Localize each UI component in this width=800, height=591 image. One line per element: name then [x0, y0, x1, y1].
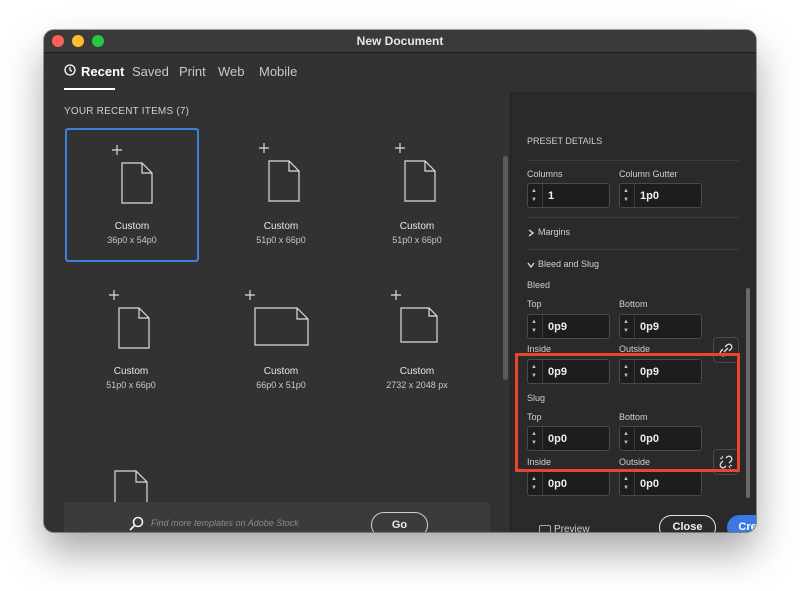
bleed-bottom-field[interactable]: ▲ ▼ 0p9 [619, 314, 702, 339]
tab-saved[interactable]: Saved [132, 64, 169, 79]
tab-recent[interactable]: Recent [81, 64, 124, 79]
title-bar: New Document [44, 30, 756, 53]
portrait-document-icon [114, 470, 148, 502]
column-gutter-label: Column Gutter [619, 169, 678, 179]
bleed-and-slug-label: Bleed and Slug [538, 259, 600, 269]
chevron-down-icon[interactable]: ▼ [531, 196, 537, 204]
chevron-down-icon[interactable]: ▼ [623, 196, 629, 204]
tab-web[interactable]: Web [218, 64, 245, 79]
item-size: 51p0 x 66p0 [256, 235, 306, 245]
chevron-up-icon[interactable]: ▲ [531, 187, 537, 195]
chevron-right-icon [528, 229, 535, 237]
search-icon [129, 516, 144, 531]
slug-inside-value: 0p0 [548, 478, 567, 490]
chevron-down-icon[interactable]: ▼ [531, 327, 537, 335]
item-name: Custom [399, 366, 435, 377]
preview-checkbox[interactable] [539, 525, 551, 532]
preset-details-scrollbar[interactable] [746, 288, 750, 498]
stepper[interactable]: ▲ ▼ [620, 472, 635, 495]
columns-value: 1 [548, 190, 555, 202]
stepper[interactable]: ▲ ▼ [620, 315, 635, 338]
slug-outside-field[interactable]: ▲ ▼ 0p0 [619, 471, 702, 496]
recent-item[interactable]: Custom 66p0 x 51p0 [215, 272, 347, 404]
go-button[interactable]: Go [371, 512, 428, 532]
slug-inside-field[interactable]: ▲ ▼ 0p0 [527, 471, 610, 496]
recent-items-header: YOUR RECENT ITEMS (7) [64, 106, 190, 117]
columns-field[interactable]: ▲ ▼ 1 [527, 183, 610, 208]
recent-item[interactable]: Custom 51p0 x 66p0 [215, 128, 347, 260]
tab-bar: Recent Saved Print Web Mobile [44, 53, 756, 92]
chevron-up-icon[interactable]: ▲ [531, 318, 537, 326]
columns-label: Columns [527, 169, 563, 179]
recent-items-panel: YOUR RECENT ITEMS (7) Custom 36p0 x 54p0… [44, 92, 512, 532]
item-name: Custom [114, 221, 150, 232]
item-size: 2732 x 2048 px [386, 380, 448, 390]
divider [527, 249, 739, 250]
gutter-stepper[interactable]: ▲ ▼ [620, 184, 635, 207]
chevron-up-icon[interactable]: ▲ [623, 187, 629, 195]
bleed-top-value: 0p9 [548, 321, 567, 333]
column-gutter-value: 1p0 [640, 190, 659, 202]
item-size: 51p0 x 66p0 [392, 235, 442, 245]
bleed-top-label: Top [527, 299, 542, 309]
divider [527, 217, 739, 218]
slug-highlight-box [515, 353, 740, 472]
adobe-stock-search-bar: Find more templates on Adobe Stock Go [64, 502, 490, 532]
clock-icon [64, 64, 76, 76]
recent-item[interactable]: Custom 2732 x 2048 px [351, 272, 483, 404]
chevron-up-icon[interactable]: ▲ [623, 475, 629, 483]
tab-mobile[interactable]: Mobile [259, 64, 297, 79]
item-name: Custom [113, 366, 149, 377]
item-size: 36p0 x 54p0 [107, 235, 157, 245]
item-name: Custom [263, 221, 299, 232]
chevron-up-icon[interactable]: ▲ [531, 475, 537, 483]
item-name: Custom [399, 221, 435, 232]
item-size: 66p0 x 51p0 [256, 380, 306, 390]
bleed-top-field[interactable]: ▲ ▼ 0p9 [527, 314, 610, 339]
bleed-bottom-label: Bottom [619, 299, 648, 309]
stepper[interactable]: ▲ ▼ [528, 472, 543, 495]
stock-search-input[interactable]: Find more templates on Adobe Stock [151, 518, 299, 528]
stepper[interactable]: ▲ ▼ [528, 315, 543, 338]
item-name: Custom [263, 366, 299, 377]
columns-stepper[interactable]: ▲ ▼ [528, 184, 543, 207]
item-size: 51p0 x 66p0 [106, 380, 156, 390]
chevron-down-icon[interactable]: ▼ [623, 327, 629, 335]
margins-label: Margins [538, 227, 571, 237]
bleed-bottom-value: 0p9 [640, 321, 659, 333]
preview-label: Preview [554, 524, 590, 532]
slug-outside-value: 0p0 [640, 478, 659, 490]
recent-item[interactable]: Custom 36p0 x 54p0 [65, 128, 199, 262]
window-title: New Document [356, 34, 444, 48]
divider [527, 160, 739, 161]
recent-items-scrollbar[interactable] [503, 156, 508, 380]
chevron-down-icon [527, 262, 535, 269]
chevron-down-icon[interactable]: ▼ [623, 484, 629, 492]
bleed-label: Bleed [527, 280, 551, 290]
chevron-down-icon[interactable]: ▼ [531, 484, 537, 492]
preset-details-header: PRESET DETAILS [527, 136, 603, 146]
column-gutter-field[interactable]: ▲ ▼ 1p0 [619, 183, 702, 208]
tab-print[interactable]: Print [179, 64, 206, 79]
recent-item[interactable]: Custom 51p0 x 66p0 [65, 272, 197, 404]
close-button[interactable]: Close [659, 515, 716, 532]
active-tab-indicator [64, 88, 115, 90]
recent-item[interactable]: Custom 51p0 x 66p0 [351, 128, 483, 260]
create-button[interactable]: Create [727, 515, 756, 532]
chevron-up-icon[interactable]: ▲ [623, 318, 629, 326]
